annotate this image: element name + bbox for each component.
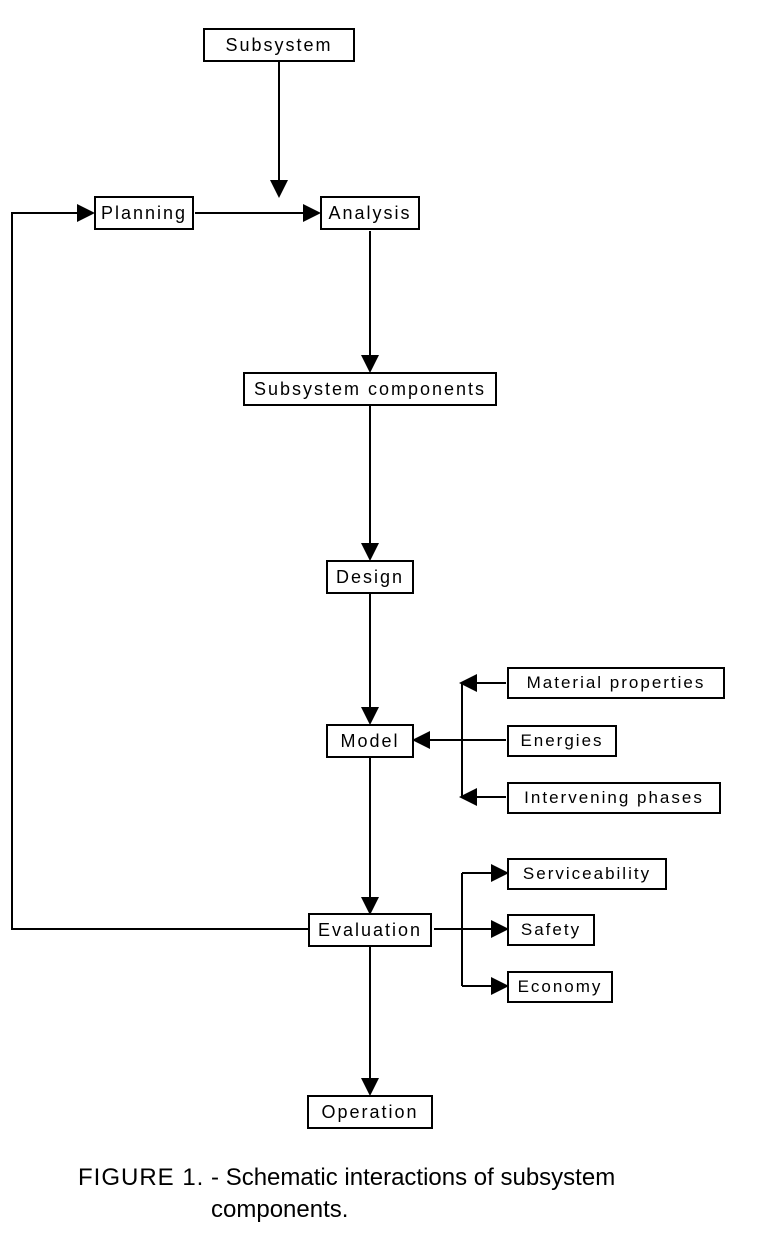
- node-subsystem-components: Subsystem components: [243, 372, 497, 406]
- figure-caption: FIGURE 1. - Schematic interactions of su…: [78, 1162, 718, 1227]
- node-label: Economy: [518, 977, 603, 997]
- node-model: Model: [326, 724, 414, 758]
- figure-label: FIGURE 1.: [78, 1164, 204, 1191]
- connector-lines: [0, 0, 763, 1245]
- node-label: Serviceability: [523, 864, 651, 884]
- node-operation: Operation: [307, 1095, 433, 1129]
- node-subsystem: Subsystem: [203, 28, 355, 62]
- node-serviceability: Serviceability: [507, 858, 667, 890]
- node-label: Operation: [321, 1102, 418, 1123]
- node-economy: Economy: [507, 971, 613, 1003]
- node-label: Intervening phases: [524, 788, 704, 808]
- flowchart-canvas: Subsystem Planning Analysis Subsystem co…: [0, 0, 763, 1245]
- node-design: Design: [326, 560, 414, 594]
- node-evaluation: Evaluation: [308, 913, 432, 947]
- caption-text-2: components.: [211, 1196, 348, 1223]
- node-analysis: Analysis: [320, 196, 420, 230]
- node-label: Evaluation: [318, 920, 422, 941]
- node-label: Subsystem components: [254, 379, 486, 400]
- node-label: Safety: [521, 920, 581, 940]
- node-label: Analysis: [328, 203, 411, 224]
- node-label: Material properties: [527, 673, 706, 693]
- node-planning: Planning: [94, 196, 194, 230]
- node-label: Model: [340, 731, 399, 752]
- node-label: Planning: [101, 203, 187, 224]
- node-label: Design: [336, 567, 404, 588]
- node-material-properties: Material properties: [507, 667, 725, 699]
- node-label: Energies: [520, 731, 603, 751]
- node-energies: Energies: [507, 725, 617, 757]
- caption-text-1: - Schematic interactions of subsystem: [204, 1164, 615, 1191]
- node-safety: Safety: [507, 914, 595, 946]
- node-label: Subsystem: [225, 35, 332, 56]
- node-intervening-phases: Intervening phases: [507, 782, 721, 814]
